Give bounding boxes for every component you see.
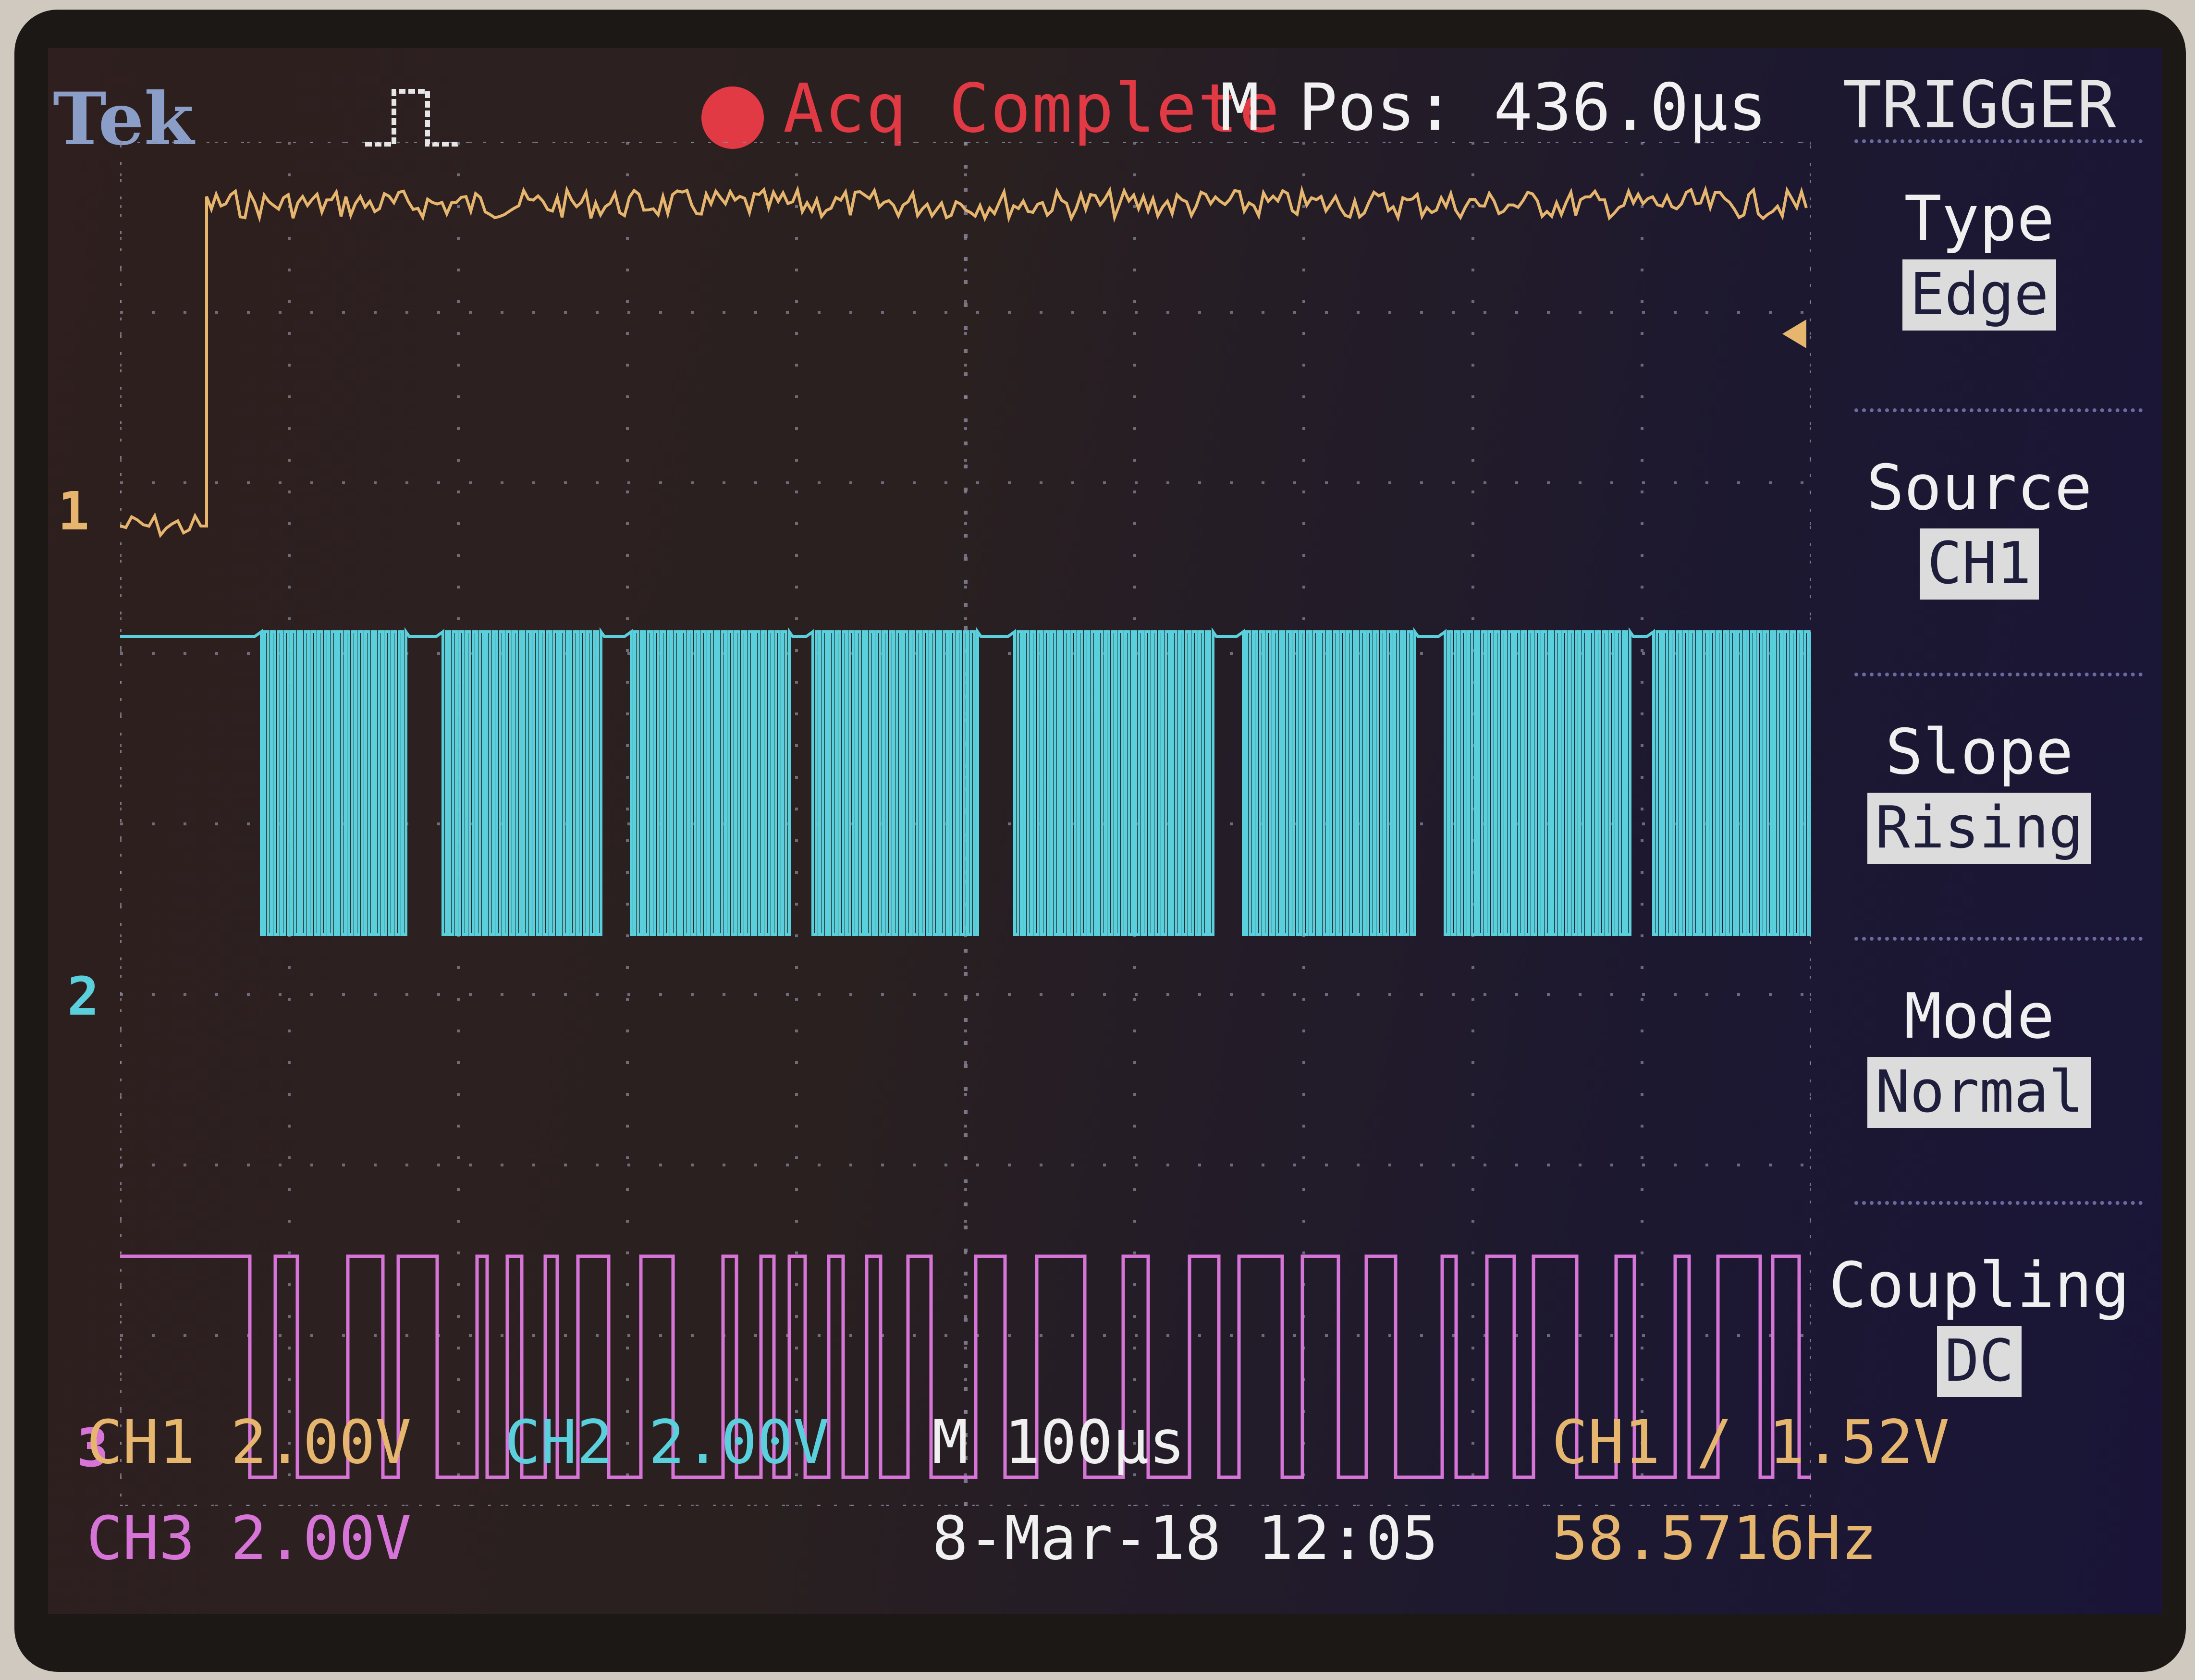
scope-screen: Tek Acq Complete M Pos: 436.0µs 1 2 3 TR… — [48, 48, 2162, 1614]
trigger-side-menu: TRIGGER Type Edge Source CH1 Slope Risin… — [1797, 48, 2162, 1614]
ch1-ground-marker[interactable]: 1 — [58, 480, 89, 542]
menu-item-mode[interactable]: Mode Normal — [1816, 980, 2143, 1128]
ch3-name: CH3 — [86, 1504, 195, 1573]
ch1-scale: 2.00V — [231, 1408, 412, 1477]
menu-item-slope[interactable]: Slope Rising — [1816, 716, 2143, 864]
menu-item-label: Mode — [1904, 980, 2055, 1053]
ch1-trace-path — [120, 185, 1808, 539]
date-time: 8-Mar-18 12:05 — [932, 1504, 1438, 1573]
menu-item-source[interactable]: Source CH1 — [1816, 452, 2143, 600]
ch2-trace-path — [120, 627, 1811, 936]
horizontal-position-readout: M Pos: 436.0µs — [1220, 70, 1767, 145]
menu-item-label: Type — [1904, 182, 2055, 255]
ch2-ground-marker[interactable]: 2 — [67, 966, 99, 1027]
ch2-waveform — [120, 627, 1811, 936]
menu-item-value: Normal — [1867, 1057, 2091, 1128]
acquisition-status: Acq Complete — [783, 70, 1281, 148]
menu-divider — [1854, 1201, 2143, 1209]
frequency-readout: 58.5716Hz — [1552, 1504, 1877, 1573]
menu-item-label: Slope — [1885, 715, 2073, 788]
menu-divider — [1854, 937, 2143, 944]
menu-item-value: CH1 — [1919, 528, 2039, 600]
readout-bar: CH1 2.00V CH2 2.00V M 100µs CH1 / 1.52V … — [48, 1408, 2162, 1614]
single-pulse-icon — [365, 89, 461, 147]
ch2-name: CH2 — [504, 1408, 613, 1477]
menu-item-value: Rising — [1867, 793, 2091, 864]
ch1-name: CH1 — [86, 1408, 195, 1477]
menu-item-value: DC — [1937, 1326, 2022, 1397]
menu-item-coupling[interactable]: Coupling DC — [1816, 1249, 2143, 1397]
waveform-graticule — [120, 142, 1811, 1506]
menu-item-type[interactable]: Type Edge — [1816, 183, 2143, 331]
acquisition-indicator — [701, 86, 764, 149]
menu-item-label: Source — [1866, 451, 2092, 524]
menu-item-value: Edge — [1902, 259, 2057, 331]
trigger-readout: CH1 / 1.52V — [1552, 1408, 1950, 1477]
ch2-scale: 2.00V — [649, 1408, 830, 1477]
timebase-readout: M 100µs — [932, 1408, 1185, 1477]
menu-divider — [1854, 408, 2143, 416]
ch3-scale: 2.00V — [231, 1504, 412, 1573]
menu-item-label: Coupling — [1828, 1249, 2130, 1322]
menu-title: TRIGGER — [1842, 67, 2116, 143]
menu-divider — [1854, 673, 2143, 680]
ch1-waveform — [120, 185, 1808, 539]
menu-divider — [1854, 139, 2143, 147]
